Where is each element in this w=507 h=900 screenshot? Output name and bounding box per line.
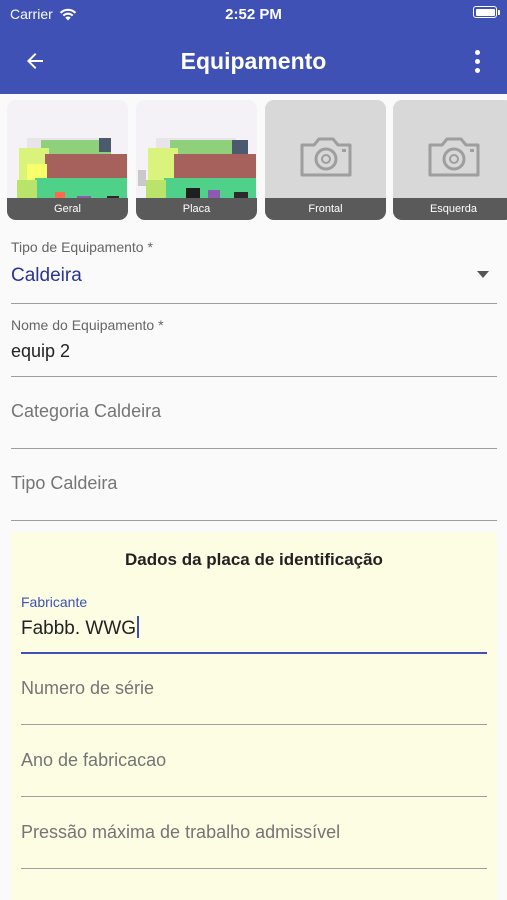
photo-strip: Geral Placa Frontal Esquerda (7, 100, 507, 220)
photo-frontal[interactable]: Frontal (265, 100, 386, 220)
nome-equipamento-value: equip 2 (11, 341, 71, 361)
photo-geral[interactable]: Geral (7, 100, 128, 220)
numero-serie-placeholder: Numero de série (21, 678, 155, 698)
nome-equipamento-field[interactable]: Nome do Equipamento * equip 2 (11, 312, 497, 377)
ano-fabricacao-placeholder: Ano de fabricacao (21, 750, 167, 770)
battery-icon (473, 6, 500, 18)
tipo-caldeira-placeholder: Tipo Caldeira (11, 473, 118, 493)
camera-icon (428, 137, 480, 177)
text-cursor (137, 616, 140, 638)
photo-label-frontal: Frontal (265, 198, 386, 220)
numero-serie-field[interactable]: Numero de série (21, 662, 487, 725)
categoria-caldeira-placeholder: Categoria Caldeira (11, 401, 162, 421)
plate-data-card: Dados da placa de identificação Fabrican… (11, 532, 497, 900)
more-vert-icon (474, 49, 480, 55)
status-bar: Carrier 2:52 PM (0, 0, 507, 28)
dropdown-arrow-icon (477, 271, 489, 278)
ano-fabricacao-field[interactable]: Ano de fabricacao (21, 734, 487, 797)
more-options-button[interactable] (465, 46, 489, 76)
page-title: Equipamento (180, 48, 327, 74)
app-bar: Carrier 2:52 PM Equipamento (0, 0, 507, 94)
card-title: Dados da placa de identificação (125, 550, 383, 569)
tipo-caldeira-field[interactable]: Tipo Caldeira (11, 457, 497, 521)
camera-icon (300, 137, 352, 177)
pressao-maxima-field[interactable]: Pressão máxima de trabalho admissível (21, 806, 487, 869)
fabricante-field[interactable]: Fabricante Fabbb. WWG (21, 592, 487, 654)
pressao-maxima-placeholder: Pressão máxima de trabalho admissível (21, 822, 341, 842)
categoria-caldeira-field[interactable]: Categoria Caldeira (11, 385, 497, 449)
nome-equipamento-label: Nome do Equipamento * (11, 317, 164, 333)
tipo-equipamento-dropdown[interactable]: Tipo de Equipamento * Caldeira (11, 234, 497, 304)
fabricante-value-wrap: Fabbb. WWG (21, 616, 140, 640)
photo-placa[interactable]: Placa (136, 100, 257, 220)
clock: 2:52 PM (225, 6, 282, 23)
fabricante-value: Fabbb. WWG (21, 618, 137, 639)
tipo-equipamento-value: Caldeira (11, 265, 82, 286)
photo-label-placa: Placa (136, 198, 257, 220)
photo-label-esquerda: Esquerda (393, 198, 507, 220)
photo-esquerda[interactable]: Esquerda (393, 100, 507, 220)
photo-label-geral: Geral (7, 198, 128, 220)
fabricante-label: Fabricante (21, 594, 88, 610)
tipo-equipamento-label: Tipo de Equipamento * (11, 239, 153, 255)
